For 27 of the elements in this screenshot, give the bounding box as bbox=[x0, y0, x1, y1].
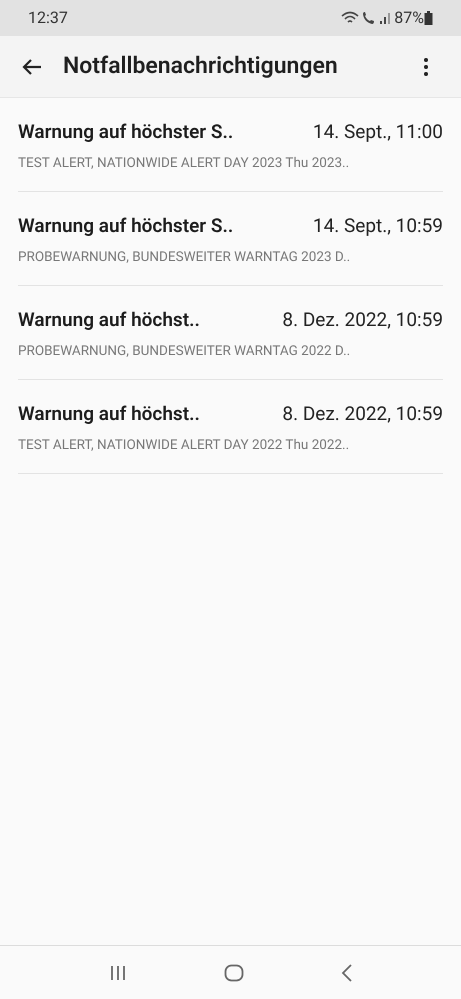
back-arrow-icon bbox=[22, 58, 42, 76]
battery-icon bbox=[424, 11, 433, 25]
alert-preview: PROBEWARNUNG, BUNDESWEITER WARNTAG 2023 D.. bbox=[18, 248, 350, 267]
alert-time: 8. Dez. 2022, 10:59 bbox=[282, 401, 443, 428]
status-time: 12:37 bbox=[28, 7, 68, 29]
alert-preview: TEST ALERT, NATIONWIDE ALERT DAY 2023 Thu 2023.. bbox=[18, 154, 350, 173]
alert-time: 14. Sept., 10:59 bbox=[312, 213, 443, 240]
alert-time: 8. Dez. 2022, 10:59 bbox=[282, 307, 443, 334]
alert-title: Warnung auf höchst.. bbox=[18, 307, 200, 334]
signal-icon bbox=[379, 11, 392, 25]
alert-preview: TEST ALERT, NATIONWIDE ALERT DAY 2022 Thu 2022.. bbox=[18, 436, 350, 455]
alert-title: Warnung auf höchster S.. bbox=[18, 119, 234, 146]
alert-item[interactable]: Warnung auf höchster S.. 14. Sept., 11:00 TEST ALERT, NATIONWIDE ALERT DAY 2023 Thu 2023.. bbox=[18, 98, 443, 192]
home-icon[interactable] bbox=[224, 964, 244, 982]
battery-percent: 87% bbox=[394, 7, 424, 29]
recent-apps-icon[interactable] bbox=[108, 964, 126, 980]
back-icon[interactable] bbox=[340, 964, 352, 982]
alert-title: Warnung auf höchster S.. bbox=[18, 213, 234, 240]
alert-item[interactable]: Warnung auf höchst.. 8. Dez. 2022, 10:59 PROBEWARNUNG, BUNDESWEITER WARNTAG 2022 D.. bbox=[18, 286, 443, 380]
alert-time: 14. Sept., 11:00 bbox=[312, 119, 443, 146]
alert-item[interactable]: Warnung auf höchst.. 8. Dez. 2022, 10:59 TEST ALERT, NATIONWIDE ALERT DAY 2022 Thu 2022.. bbox=[18, 380, 443, 474]
alert-title: Warnung auf höchst.. bbox=[18, 401, 200, 428]
wifi-icon bbox=[341, 11, 360, 25]
alert-item[interactable]: Warnung auf höchster S.. 14. Sept., 10:59 PROBEWARNUNG, BUNDESWEITER WARNTAG 2023 D.. bbox=[18, 192, 443, 286]
more-options-icon bbox=[423, 56, 429, 76]
screen-title: Notfallbenachrichtigungen bbox=[63, 51, 338, 82]
alert-preview: PROBEWARNUNG, BUNDESWEITER WARNTAG 2022 D.. bbox=[18, 342, 350, 361]
